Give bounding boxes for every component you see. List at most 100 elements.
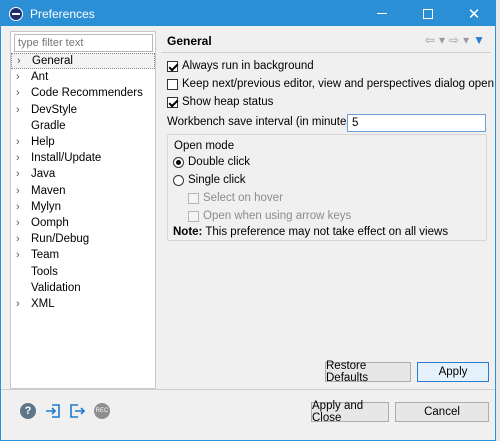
window-title: Preferences — [30, 6, 95, 21]
tree-item-tools[interactable]: Tools — [11, 263, 155, 279]
preference-tree-panel: ›General›Ant›Code Recommenders›DevStyleG… — [10, 31, 156, 389]
close-icon: ✕ — [467, 5, 481, 23]
tree-item-label: Oomph — [31, 216, 69, 229]
single-click-radio[interactable] — [173, 174, 184, 186]
chevron-right-icon[interactable]: › — [17, 55, 30, 67]
chevron-right-icon[interactable]: › — [16, 87, 29, 99]
tree-item-maven[interactable]: › Maven — [11, 183, 155, 199]
tree-item-label: Tools — [31, 265, 58, 278]
open-arrow-keys-checkbox — [188, 210, 199, 222]
keep-dialog-open-label: Keep next/previous editor, view and pers… — [182, 78, 494, 90]
open-arrow-keys-label: Open when using arrow keys — [203, 210, 352, 222]
always-run-background-checkbox[interactable] — [167, 60, 178, 72]
chevron-right-icon[interactable]: › — [16, 136, 29, 148]
always-run-background-option[interactable]: Always run in background — [167, 60, 314, 72]
forward-arrow-icon[interactable]: ⇨ — [449, 33, 459, 47]
filter-input[interactable] — [14, 34, 153, 52]
tree-item-run-debug[interactable]: › Run/Debug — [11, 231, 155, 247]
tree-item-label: General — [32, 55, 73, 68]
tree-item-label: Run/Debug — [31, 233, 90, 246]
open-mode-title: Open mode — [174, 140, 235, 152]
restore-defaults-button[interactable]: Restore Defaults — [325, 360, 411, 384]
chevron-right-icon[interactable]: › — [16, 152, 29, 164]
import-icon[interactable] — [45, 403, 61, 419]
tree-item-xml[interactable]: › XML — [11, 296, 155, 312]
eclipse-logo-icon — [9, 6, 23, 21]
double-click-option[interactable]: Double click — [173, 156, 250, 168]
back-dropdown-icon[interactable]: ▾ — [439, 33, 445, 47]
open-arrow-keys-option: Open when using arrow keys — [188, 210, 351, 222]
cancel-button[interactable]: Cancel — [395, 402, 489, 422]
preferences-dialog: Preferences ✕ ›General›Ant›Code Recommen… — [0, 0, 496, 441]
select-on-hover-label: Select on hover — [203, 192, 283, 204]
help-icon[interactable]: ? — [20, 403, 36, 419]
tree-item-code-recommenders[interactable]: › Code Recommenders — [11, 85, 155, 101]
apply-and-close-button[interactable]: Apply and Close — [311, 400, 389, 424]
note-label: Note: — [173, 226, 203, 238]
double-click-radio[interactable] — [173, 156, 184, 168]
chevron-right-icon[interactable]: › — [16, 71, 29, 83]
show-heap-status-option[interactable]: Show heap status — [167, 96, 273, 108]
tree-item-validation[interactable]: Validation — [11, 280, 155, 296]
single-click-label: Single click — [188, 174, 246, 186]
preference-page: General ⇦ ▾ ⇨ ▾ ▼ Always run in backgrou… — [161, 31, 494, 389]
tree-item-mylyn[interactable]: › Mylyn — [11, 199, 155, 215]
tree-item-label: Code Recommenders — [31, 87, 143, 100]
maximize-button[interactable] — [411, 1, 445, 26]
tree-item-label: Maven — [31, 184, 66, 197]
tree-item-team[interactable]: › Team — [11, 247, 155, 263]
keep-dialog-open-checkbox[interactable] — [167, 78, 178, 90]
chevron-right-icon[interactable]: › — [16, 201, 29, 213]
tree-item-ant[interactable]: › Ant — [11, 69, 155, 85]
tree-item-label: Ant — [31, 71, 49, 84]
chevron-right-icon[interactable]: › — [16, 298, 29, 310]
tree-item-devstyle[interactable]: › DevStyle — [11, 102, 155, 118]
tree-item-oomph[interactable]: › Oomph — [11, 215, 155, 231]
chevron-right-icon[interactable]: › — [16, 185, 29, 197]
save-interval-input[interactable] — [347, 114, 486, 132]
back-arrow-icon[interactable]: ⇦ — [425, 33, 435, 47]
show-heap-status-checkbox[interactable] — [167, 96, 178, 108]
double-click-label: Double click — [188, 156, 250, 168]
save-interval-label: Workbench save interval (in minutes): — [167, 116, 360, 128]
page-title: General — [167, 34, 212, 48]
show-heap-status-label: Show heap status — [182, 96, 274, 108]
chevron-right-icon[interactable]: › — [16, 233, 29, 245]
record-icon[interactable]: REC — [94, 403, 110, 419]
single-click-option[interactable]: Single click — [173, 174, 246, 186]
tree-item-label: Java — [31, 168, 56, 181]
keep-dialog-open-option[interactable]: Keep next/previous editor, view and pers… — [167, 78, 494, 90]
open-mode-group: Open mode Double click Single click Sele… — [167, 134, 487, 241]
tree-item-java[interactable]: › Java — [11, 166, 155, 182]
forward-dropdown-icon[interactable]: ▾ — [463, 33, 469, 47]
tree-item-label: Mylyn — [31, 200, 62, 213]
tree-item-label: Help — [31, 136, 55, 149]
chevron-right-icon[interactable]: › — [16, 249, 29, 261]
preference-tree: › General › Ant › Code Recommenders › DevStyle G… — [11, 53, 155, 312]
chevron-right-icon[interactable]: › — [16, 168, 29, 180]
note-body: This preference may not take effect on a… — [202, 226, 449, 238]
tree-item-label: Team — [31, 249, 60, 262]
apply-button[interactable]: Apply — [417, 362, 489, 382]
tree-item-label: DevStyle — [31, 103, 78, 116]
tree-item-general[interactable]: › General — [11, 53, 155, 70]
close-button[interactable]: ✕ — [457, 1, 491, 26]
view-menu-icon[interactable]: ▼ — [473, 33, 485, 47]
tree-item-label: Validation — [31, 281, 81, 294]
minimize-icon — [377, 13, 387, 14]
chevron-right-icon[interactable]: › — [16, 104, 29, 116]
tree-item-label: Install/Update — [31, 152, 102, 165]
tree-item-label: Gradle — [31, 119, 66, 132]
select-on-hover-option: Select on hover — [188, 192, 283, 204]
tree-item-help[interactable]: › Help — [11, 134, 155, 150]
export-icon[interactable] — [69, 403, 85, 419]
chevron-right-icon[interactable]: › — [16, 217, 29, 229]
title-bar: Preferences ✕ — [1, 1, 495, 26]
history-nav: ⇦ ▾ ⇨ ▾ ▼ — [425, 33, 485, 47]
tree-item-install-update[interactable]: › Install/Update — [11, 150, 155, 166]
tree-item-label: XML — [31, 297, 55, 310]
tree-item-gradle[interactable]: Gradle — [11, 118, 155, 134]
minimize-button[interactable] — [365, 1, 399, 26]
note-text: Note: This preference may not take effec… — [173, 226, 448, 238]
header-divider — [161, 52, 491, 53]
